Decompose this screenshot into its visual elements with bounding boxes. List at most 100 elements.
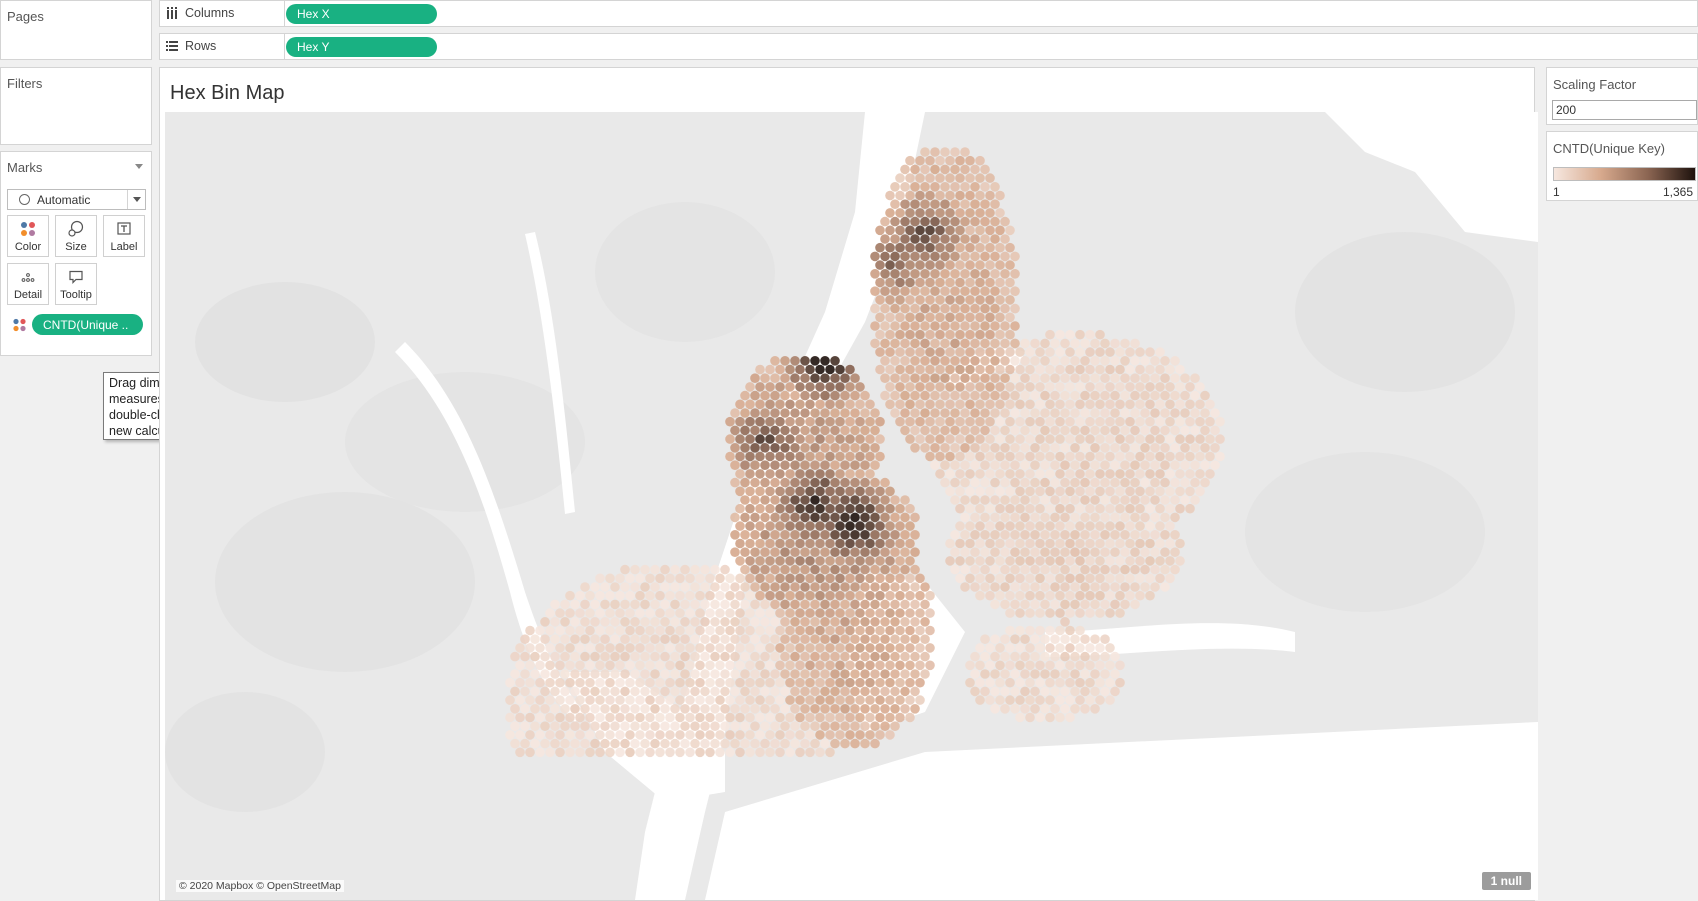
hex-bin-mark[interactable] — [1160, 547, 1170, 557]
hex-bin-mark[interactable] — [735, 416, 745, 427]
hex-bin-mark[interactable] — [975, 208, 985, 218]
hex-bin-mark[interactable] — [525, 643, 535, 653]
hex-bin-mark[interactable] — [885, 730, 895, 740]
hex-bin-mark[interactable] — [930, 356, 940, 366]
hex-bin-mark[interactable] — [925, 434, 935, 444]
hex-bin-mark[interactable] — [865, 399, 875, 410]
hex-bin-mark[interactable] — [660, 634, 670, 644]
hex-bin-mark[interactable] — [695, 573, 705, 584]
hex-bin-mark[interactable] — [925, 382, 935, 392]
hex-bin-mark[interactable] — [600, 669, 610, 679]
hex-bin-mark[interactable] — [840, 599, 850, 610]
hex-bin-mark[interactable] — [950, 216, 960, 227]
hex-bin-mark[interactable] — [650, 721, 660, 731]
hex-bin-mark[interactable] — [790, 599, 800, 610]
hex-bin-mark[interactable] — [1025, 538, 1035, 549]
hex-bin-mark[interactable] — [995, 225, 1005, 236]
hex-bin-mark[interactable] — [945, 364, 955, 375]
hex-bin-mark[interactable] — [975, 364, 985, 375]
hex-bin-mark[interactable] — [1035, 416, 1045, 427]
hex-bin-mark[interactable] — [1110, 530, 1120, 540]
hex-bin-mark[interactable] — [990, 199, 1000, 209]
hex-bin-mark[interactable] — [730, 634, 740, 644]
hex-bin-mark[interactable] — [960, 443, 970, 453]
hex-bin-mark[interactable] — [1095, 347, 1105, 357]
hex-bin-mark[interactable] — [1140, 477, 1150, 488]
hex-bin-mark[interactable] — [905, 364, 915, 375]
hex-bin-mark[interactable] — [875, 730, 885, 740]
hex-bin-mark[interactable] — [990, 321, 1000, 331]
hex-bin-mark[interactable] — [815, 399, 825, 410]
hex-bin-mark[interactable] — [1160, 582, 1170, 592]
hex-bin-mark[interactable] — [985, 260, 995, 270]
hex-bin-mark[interactable] — [895, 521, 905, 531]
hex-bin-mark[interactable] — [575, 625, 585, 636]
hex-bin-mark[interactable] — [985, 538, 995, 549]
hex-bin-mark[interactable] — [990, 477, 1000, 488]
hex-bin-mark[interactable] — [1035, 608, 1045, 618]
hex-bin-mark[interactable] — [590, 721, 600, 731]
hex-bin-mark[interactable] — [1125, 364, 1135, 375]
hex-bin-mark[interactable] — [810, 669, 820, 679]
hex-bin-mark[interactable] — [1050, 460, 1060, 471]
hex-bin-mark[interactable] — [920, 582, 930, 592]
hex-bin-mark[interactable] — [980, 530, 990, 540]
hex-bin-mark[interactable] — [575, 608, 585, 618]
hex-bin-mark[interactable] — [1055, 660, 1065, 671]
hex-bin-mark[interactable] — [1135, 382, 1145, 392]
hex-bin-mark[interactable] — [785, 556, 795, 566]
hex-bin-mark[interactable] — [860, 564, 870, 575]
hex-bin-mark[interactable] — [745, 556, 755, 566]
hex-bin-mark[interactable] — [1055, 486, 1065, 497]
hex-bin-mark[interactable] — [1140, 425, 1150, 436]
hex-bin-mark[interactable] — [1210, 425, 1220, 436]
hex-bin-mark[interactable] — [660, 651, 670, 662]
hex-bin-mark[interactable] — [1045, 521, 1055, 531]
hex-bin-mark[interactable] — [780, 686, 790, 697]
hex-bin-mark[interactable] — [1045, 503, 1055, 514]
hex-bin-mark[interactable] — [1020, 356, 1030, 366]
hex-bin-mark[interactable] — [750, 634, 760, 644]
hex-bin-mark[interactable] — [625, 712, 635, 723]
hex-bin-mark[interactable] — [770, 617, 780, 627]
hex-bin-mark[interactable] — [940, 147, 950, 157]
hex-bin-mark[interactable] — [555, 660, 565, 671]
hex-bin-mark[interactable] — [1020, 547, 1030, 557]
hex-bin-mark[interactable] — [1060, 443, 1070, 453]
hex-bin-mark[interactable] — [930, 269, 940, 279]
hex-bin-mark[interactable] — [750, 390, 760, 401]
hex-bin-mark[interactable] — [710, 599, 720, 610]
hex-bin-mark[interactable] — [1120, 373, 1130, 384]
hex-bin-mark[interactable] — [870, 564, 880, 575]
hex-bin-mark[interactable] — [520, 738, 530, 749]
hex-bin-mark[interactable] — [720, 617, 730, 627]
hex-bin-mark[interactable] — [1050, 686, 1060, 697]
hex-bin-mark[interactable] — [525, 625, 535, 636]
hex-bin-mark[interactable] — [1175, 364, 1185, 375]
hex-bin-mark[interactable] — [545, 747, 555, 758]
hex-bin-mark[interactable] — [1035, 660, 1045, 671]
hex-bin-mark[interactable] — [525, 747, 535, 758]
hex-bin-mark[interactable] — [1005, 451, 1015, 462]
hex-bin-mark[interactable] — [640, 686, 650, 697]
hex-bin-mark[interactable] — [815, 451, 825, 462]
hex-bin-mark[interactable] — [970, 477, 980, 488]
hex-bin-mark[interactable] — [795, 712, 805, 723]
hex-bin-mark[interactable] — [845, 556, 855, 566]
hex-bin-mark[interactable] — [1100, 634, 1110, 644]
hex-bin-mark[interactable] — [930, 303, 940, 314]
hex-bin-mark[interactable] — [990, 338, 1000, 349]
hex-bin-mark[interactable] — [750, 425, 760, 436]
hex-bin-mark[interactable] — [1070, 634, 1080, 644]
hex-bin-mark[interactable] — [935, 190, 945, 201]
hex-bin-mark[interactable] — [1150, 512, 1160, 523]
hex-bin-mark[interactable] — [1075, 695, 1085, 705]
hex-bin-mark[interactable] — [1000, 338, 1010, 349]
hex-bin-mark[interactable] — [1010, 390, 1020, 401]
hex-bin-mark[interactable] — [1195, 434, 1205, 444]
hex-bin-mark[interactable] — [825, 590, 835, 601]
hex-bin-mark[interactable] — [950, 164, 960, 175]
hex-bin-mark[interactable] — [965, 434, 975, 444]
hex-bin-mark[interactable] — [955, 312, 965, 323]
hex-bin-mark[interactable] — [580, 582, 590, 592]
